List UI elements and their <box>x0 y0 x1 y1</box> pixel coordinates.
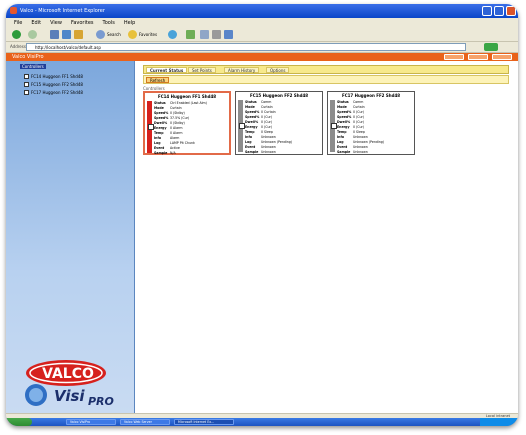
start-button[interactable] <box>6 418 32 426</box>
refresh-icon[interactable] <box>62 30 71 39</box>
logo-product-suffix: PRO <box>88 395 114 408</box>
maximize-icon[interactable] <box>494 6 504 16</box>
help-button[interactable] <box>492 54 512 60</box>
panel-rows: Status Comm Mode Curtain Speed% 0 (Cur) Speed%… <box>337 100 412 155</box>
menu-bar: File Edit View Favorites Tools Help <box>6 18 518 28</box>
tree-item[interactable]: FC15 Huggeon FF2 Shd48 <box>24 82 83 87</box>
menu-help[interactable]: Help <box>124 20 135 26</box>
taskbar-task[interactable]: Valco VisiPro <box>66 419 116 425</box>
tab-set-points[interactable]: Set Points <box>188 67 216 73</box>
tab-strip: Current Status Set Points Alarm History … <box>143 65 509 74</box>
logo-product: Visi <box>54 387 85 405</box>
valco-visipro-logo: VALCO Visi PRO <box>25 360 114 408</box>
panel-row: Sample Unknown <box>337 150 412 155</box>
media-icon[interactable] <box>168 30 177 39</box>
action-bar: Refresh <box>143 75 509 84</box>
sidebar-tree: Controllers FC14 Huggeon FF1 Shd48 FC15 … <box>6 61 135 413</box>
row-value: Unknown <box>261 150 276 154</box>
close-icon[interactable] <box>506 6 516 16</box>
home-icon[interactable] <box>74 30 83 39</box>
panel-title: FC17 Huggeon FF2 Shd48 <box>341 93 401 98</box>
search-icon[interactable] <box>96 30 105 39</box>
edit-icon[interactable] <box>224 30 233 39</box>
go-button[interactable] <box>484 43 498 51</box>
menu-edit[interactable]: Edit <box>31 20 41 26</box>
back-icon[interactable] <box>12 30 21 39</box>
options-button[interactable] <box>468 54 488 60</box>
tree-item[interactable]: FC14 Huggeon FF1 Shd48 <box>24 74 83 79</box>
home-button[interactable] <box>444 54 464 60</box>
mail-icon[interactable] <box>200 30 209 39</box>
logo-brand: VALCO <box>42 366 94 382</box>
taskbar-task[interactable]: Valco Web Server <box>120 419 170 425</box>
tree-item[interactable]: FC17 Huggeon FF2 Shd48 <box>24 90 83 95</box>
panel-rows: Status Ctrl Enabled (Last Alm) Mode Curtain… <box>154 101 229 156</box>
window-titlebar[interactable]: Valco - Microsoft Internet Explorer <box>6 4 518 18</box>
refresh-button[interactable]: Refresh <box>146 77 170 83</box>
row-key: Sample <box>245 150 259 154</box>
tree-root[interactable]: Controllers <box>20 64 46 69</box>
tab-current-status[interactable]: Current Status <box>146 67 188 73</box>
system-tray <box>480 418 518 426</box>
app-name: Valco VisiPro <box>12 54 44 60</box>
panel-rows: Status Comm Mode Curtain Speed% 0 Curtain Spee… <box>245 100 320 155</box>
window-title: Valco - Microsoft Internet Explorer <box>20 8 105 14</box>
row-key: Sample <box>337 150 351 154</box>
controller-icon <box>24 90 29 95</box>
desktop-window: Valco - Microsoft Internet Explorer File… <box>6 4 518 426</box>
tree-item-label: FC15 Huggeon FF2 Shd48 <box>31 82 83 87</box>
menu-favorites[interactable]: Favorites <box>71 20 94 26</box>
forward-icon[interactable] <box>28 30 37 39</box>
controller-icon <box>24 74 29 79</box>
app-header: Valco VisiPro <box>6 53 518 61</box>
controller-icon <box>24 82 29 87</box>
panel-title: FC15 Huggeon FF2 Shd48 <box>249 93 309 98</box>
search-label[interactable]: Search <box>107 32 121 37</box>
controller-panel[interactable]: FC14 Huggeon FF1 Shd48 Status Ctrl Enabled… <box>143 91 231 155</box>
tree-item-label: FC17 Huggeon FF2 Shd48 <box>31 90 83 95</box>
tab-options[interactable]: Options <box>266 67 290 73</box>
address-input[interactable]: http://localhost/valco/default.asp <box>26 43 466 51</box>
tree-item-label: FC14 Huggeon FF1 Shd48 <box>31 74 83 79</box>
menu-tools[interactable]: Tools <box>103 20 115 26</box>
browser-toolbar: Search Favorites <box>6 28 518 42</box>
taskbar-task[interactable]: Microsoft Internet Ex... <box>174 419 234 425</box>
main-content: Current Status Set Points Alarm History … <box>135 61 518 413</box>
row-key: Sample <box>154 151 168 155</box>
address-bar: Address http://localhost/valco/default.a… <box>6 42 518 53</box>
controller-panel[interactable]: FC15 Huggeon FF2 Shd48 Status Comm Mode Curt… <box>235 91 323 155</box>
row-value: N/A <box>170 151 176 155</box>
stop-icon[interactable] <box>50 30 59 39</box>
menu-file[interactable]: File <box>14 20 22 26</box>
history-icon[interactable] <box>186 30 195 39</box>
ie-icon <box>10 7 17 14</box>
row-value: Unknown <box>353 150 368 154</box>
panel-title: FC14 Huggeon FF1 Shd48 <box>157 94 217 99</box>
minimize-icon[interactable] <box>482 6 492 16</box>
panel-row: Sample Unknown <box>245 150 320 155</box>
print-icon[interactable] <box>212 30 221 39</box>
menu-view[interactable]: View <box>50 20 62 26</box>
taskbar: Valco VisiPro Valco Web Server Microsoft… <box>6 418 518 426</box>
controller-panel[interactable]: FC17 Huggeon FF2 Shd48 Status Comm Mode Curt… <box>327 91 415 155</box>
favorites-icon[interactable] <box>128 30 137 39</box>
favorites-label[interactable]: Favorites <box>139 32 157 37</box>
tab-alarm-history[interactable]: Alarm History <box>224 67 260 73</box>
panel-row: Sample N/A <box>154 151 229 156</box>
address-label: Address <box>10 44 26 49</box>
